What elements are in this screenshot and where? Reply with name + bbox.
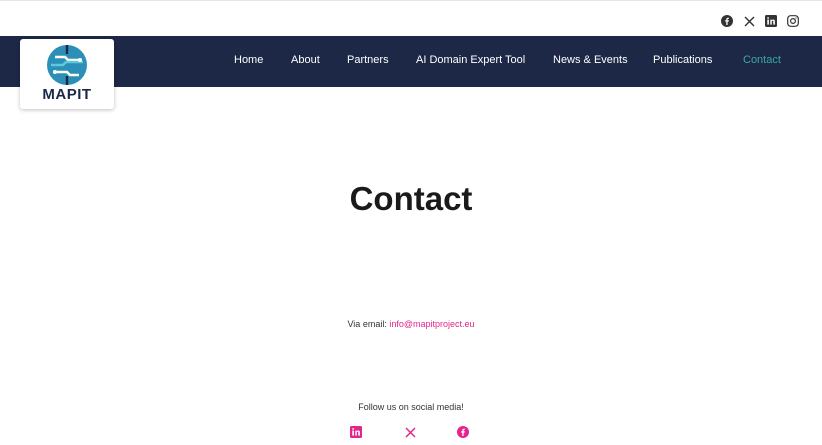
x-icon[interactable] <box>401 423 419 441</box>
linkedin-icon[interactable] <box>347 423 365 441</box>
linkedin-icon[interactable] <box>764 14 778 28</box>
email-link[interactable]: info@mapitproject.eu <box>389 319 474 329</box>
follow-text: Follow us on social media! <box>358 402 464 412</box>
footer-social-icons <box>0 423 822 445</box>
logo-text: MAPIT <box>42 86 92 103</box>
facebook-icon[interactable] <box>720 14 734 28</box>
email-prefix: Via email: <box>347 319 387 329</box>
main-nav: Home About Partners AI Domain Expert Too… <box>0 36 822 87</box>
page-title: Contact <box>349 180 473 217</box>
top-bar <box>0 0 822 36</box>
nav-contact[interactable]: Contact <box>743 54 781 66</box>
email-line: Via email: info@mapitproject.eu <box>0 319 822 329</box>
nav-home[interactable]: Home <box>234 54 263 66</box>
nav-about[interactable]: About <box>291 54 320 66</box>
facebook-icon[interactable] <box>454 423 472 441</box>
nav-ai-domain-expert-tool[interactable]: AI Domain Expert Tool <box>416 54 525 66</box>
nav-publications[interactable]: Publications <box>653 54 712 66</box>
x-icon[interactable] <box>742 14 756 28</box>
nav-partners[interactable]: Partners <box>347 54 389 66</box>
instagram-icon[interactable] <box>786 14 800 28</box>
nav-news-events[interactable]: News & Events <box>553 54 628 66</box>
top-social-icons <box>720 14 800 28</box>
